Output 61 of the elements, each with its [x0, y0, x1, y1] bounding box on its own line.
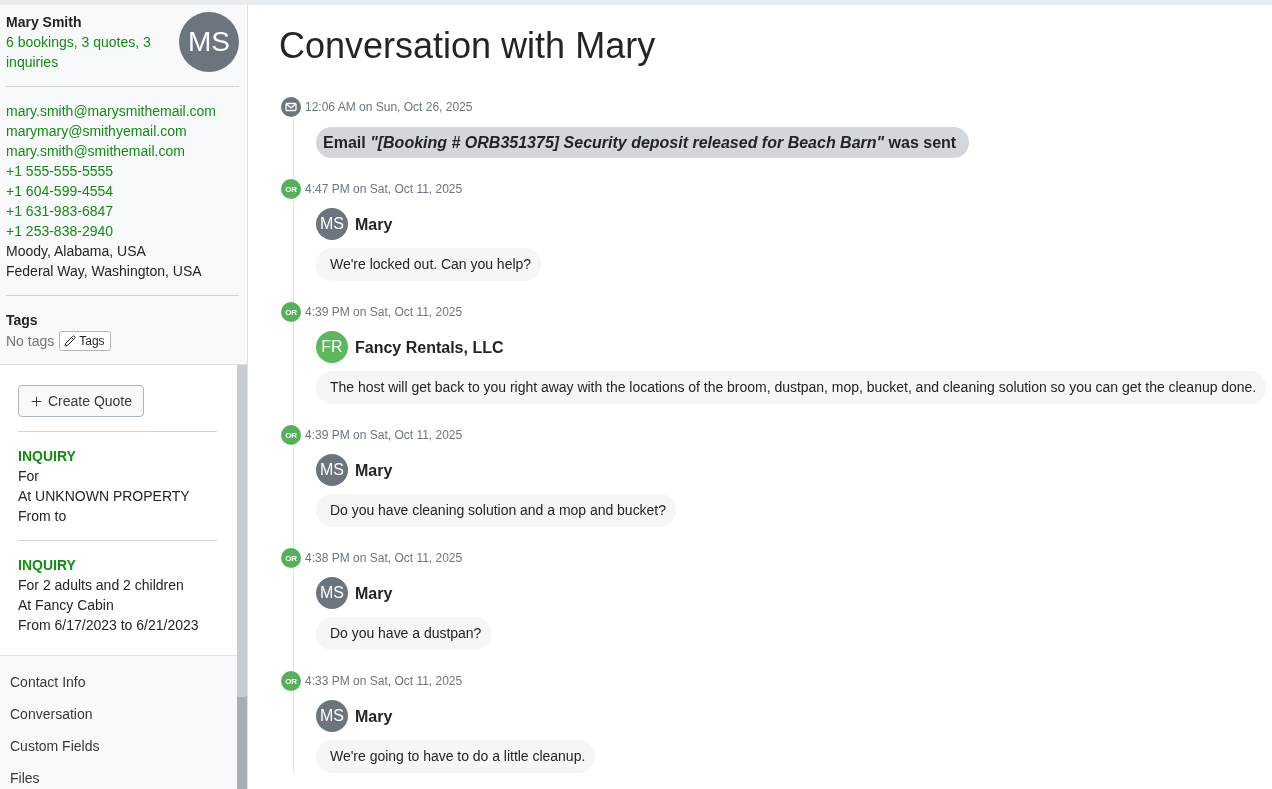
message-bubble: The host will get back to you right away with the locations of the broom, dustpan, mop, bucket, and cleaning solution so you can get the cleanup done.: [316, 371, 1267, 404]
address-text: Federal Way, Washington, USA: [6, 262, 202, 281]
source-badge: OR: [281, 179, 301, 199]
envelope-icon: [281, 97, 301, 117]
source-badge: OR: [281, 548, 301, 568]
sender-avatar: FR: [316, 331, 348, 363]
phone-link[interactable]: +1 631-983-6847: [6, 201, 114, 221]
pencil-icon: [64, 335, 77, 347]
email-notice: Email "[Booking # ORB351375] Security deposit released for Beach Barn" was sent: [316, 127, 970, 158]
sender-avatar: MS: [316, 454, 348, 486]
event-time: 4:39 PM on Sat, Oct 11, 2025: [305, 305, 463, 319]
address-text: Moody, Alabama, USA: [6, 242, 146, 261]
email-link[interactable]: marymary@smithyemail.com: [6, 121, 187, 141]
tags-heading: Tags: [6, 311, 39, 330]
nav-link[interactable]: Conversation: [10, 698, 93, 730]
plus-icon: [29, 393, 44, 409]
scrollbar[interactable]: [237, 365, 247, 789]
event-time: 4:47 PM on Sat, Oct 11, 2025: [305, 182, 463, 196]
contact-name: Mary Smith: [6, 13, 82, 32]
event-time: 12:06 AM on Sun, Oct 26, 2025: [305, 100, 473, 114]
edit-tags-button[interactable]: Tags: [59, 331, 111, 351]
booking-summary: 6 bookings, 3 quotes, 3 inquiries: [6, 33, 152, 72]
source-badge: OR: [281, 425, 301, 445]
inquiry-detail: At UNKNOWN PROPERTY: [18, 487, 190, 506]
email-link[interactable]: mary.smith@marysmithemail.com: [6, 101, 216, 121]
nav-link[interactable]: Custom Fields: [10, 730, 100, 762]
message-bubble: Do you have a dustpan?: [316, 617, 492, 650]
inquiry-detail: At Fancy Cabin: [18, 596, 114, 615]
nav-link[interactable]: Contact Info: [10, 666, 86, 698]
sender-name: Mary: [355, 583, 393, 603]
source-badge: OR: [281, 302, 301, 322]
sender-name: Mary: [355, 214, 393, 234]
contact-avatar: MS: [179, 12, 239, 72]
message-bubble: Do you have cleaning solution and a mop and bucket?: [316, 494, 676, 527]
page-title: Conversation with Mary: [279, 24, 657, 67]
sender-avatar: MS: [316, 577, 348, 609]
message-bubble: We're locked out. Can you help?: [316, 248, 542, 281]
sender-name: Fancy Rentals, LLC: [355, 337, 504, 357]
message-bubble: We're going to have to do a little cleanup.: [316, 740, 596, 773]
email-link[interactable]: mary.smith@smithemail.com: [6, 141, 185, 161]
phone-link[interactable]: +1 604-599-4554: [6, 181, 114, 201]
inquiry-status: INQUIRY: [18, 447, 76, 466]
inquiry-status: INQUIRY: [18, 556, 76, 575]
inquiry-detail: For: [18, 467, 39, 486]
inquiry-detail: For 2 adults and 2 children: [18, 576, 184, 595]
event-time: 4:39 PM on Sat, Oct 11, 2025: [305, 428, 463, 442]
phone-link[interactable]: +1 555-555-5555: [6, 161, 114, 181]
scrollbar-thumb[interactable]: [237, 365, 247, 697]
event-time: 4:33 PM on Sat, Oct 11, 2025: [305, 674, 463, 688]
sender-name: Mary: [355, 460, 393, 480]
inquiry-detail: From 6/17/2023 to 6/21/2023: [18, 616, 199, 635]
sender-name: Mary: [355, 706, 393, 726]
event-time: 4:38 PM on Sat, Oct 11, 2025: [305, 551, 463, 565]
inquiry-detail: From to: [18, 507, 67, 526]
sender-avatar: MS: [316, 700, 348, 732]
create-quote-button[interactable]: Create Quote: [18, 385, 145, 417]
nav-link[interactable]: Files: [10, 762, 40, 789]
no-tags-text: No tags: [6, 332, 55, 351]
sender-avatar: MS: [316, 208, 348, 240]
phone-link[interactable]: +1 253-838-2940: [6, 221, 114, 241]
source-badge: OR: [281, 671, 301, 691]
